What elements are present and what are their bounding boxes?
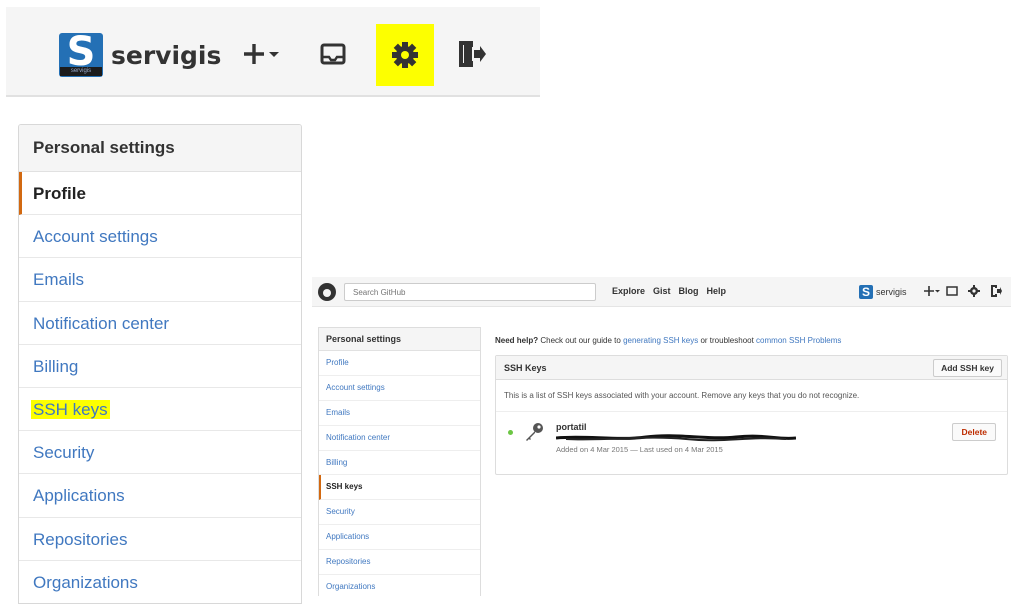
user-menu[interactable]: S servigis servigis — [59, 33, 221, 77]
avatar[interactable]: S servigis — [59, 33, 103, 77]
sidebar-item-account-settings[interactable]: Account settings — [319, 376, 480, 401]
sidebar-item-account-settings[interactable]: Account settings — [19, 215, 301, 259]
panel-description: This is a list of SSH keys associated wi… — [496, 380, 1007, 412]
sidebar-item-applications[interactable]: Applications — [319, 525, 480, 551]
sidebar-item-security[interactable]: Security — [19, 431, 301, 475]
search-input[interactable] — [344, 283, 596, 301]
panel-header: SSH Keys Add SSH key — [496, 356, 1007, 380]
zoomed-settings-sidebar: Personal settings Profile Account settin… — [18, 124, 302, 604]
github-ssh-keys-page: Explore Gist Blog Help S servigis Person… — [312, 277, 1011, 596]
sidebar-item-billing[interactable]: Billing — [319, 451, 480, 476]
top-navbar: Explore Gist Blog Help S servigis — [312, 277, 1011, 307]
github-logo-icon[interactable] — [318, 283, 336, 301]
sidebar-item-label: SSH keys — [31, 399, 110, 419]
key-icon — [524, 422, 544, 442]
key-added-info: Added on 4 Mar 2015 — Last used on 4 Mar… — [556, 445, 723, 454]
sign-out-icon[interactable] — [447, 25, 495, 83]
header-icons — [924, 284, 1002, 298]
sidebar-item-repositories[interactable]: Repositories — [319, 550, 480, 576]
help-text: Need help? Check out our guide to genera… — [495, 336, 841, 345]
key-name: portatil — [556, 422, 587, 432]
sign-out-icon[interactable] — [990, 284, 1002, 298]
help-lead: Need help? — [495, 336, 539, 345]
nav-explore[interactable]: Explore — [612, 286, 645, 296]
sidebar-heading: Personal settings — [19, 125, 301, 172]
sidebar-item-notification-center[interactable]: Notification center — [19, 302, 301, 345]
sidebar-item-emails[interactable]: Emails — [19, 258, 301, 302]
plus-dropdown-icon[interactable] — [238, 25, 286, 83]
nav-help[interactable]: Help — [707, 286, 727, 296]
settings-sidebar: Personal settings Profile Account settin… — [318, 327, 481, 596]
ssh-keys-panel: SSH Keys Add SSH key This is a list of S… — [495, 355, 1008, 475]
inbox-icon[interactable] — [946, 284, 958, 298]
sidebar-item-billing[interactable]: Billing — [19, 345, 301, 388]
sidebar-item-ssh-keys[interactable]: SSH keys — [19, 388, 301, 432]
delete-key-button[interactable]: Delete — [952, 423, 996, 441]
add-ssh-key-button[interactable]: Add SSH key — [933, 359, 1002, 377]
plus-dropdown-icon[interactable] — [924, 284, 940, 298]
help-text-part: Check out our guide to — [538, 336, 624, 345]
sidebar-item-applications[interactable]: Applications — [19, 474, 301, 518]
sidebar-item-organizations[interactable]: Organizations — [19, 561, 301, 603]
sidebar-item-emails[interactable]: Emails — [319, 401, 480, 426]
gear-icon[interactable] — [968, 284, 980, 298]
sidebar-item-profile[interactable]: Profile — [319, 351, 480, 376]
sidebar-item-repositories[interactable]: Repositories — [19, 518, 301, 561]
zoomed-header-bar: S servigis servigis — [6, 7, 540, 97]
inbox-icon[interactable] — [309, 25, 357, 83]
panel-title: SSH Keys — [504, 363, 547, 373]
avatar[interactable]: S — [859, 285, 873, 299]
redacted-fingerprint — [556, 434, 796, 442]
sidebar-item-security[interactable]: Security — [319, 500, 480, 526]
key-status-dot — [508, 430, 513, 435]
username-label[interactable]: servigis — [876, 287, 907, 297]
username-label[interactable]: servigis — [111, 41, 221, 70]
sidebar-item-notification-center[interactable]: Notification center — [319, 426, 480, 451]
user-menu[interactable]: S servigis — [859, 285, 907, 299]
sidebar-item-profile[interactable]: Profile — [19, 172, 301, 216]
sidebar-item-organizations[interactable]: Organizations — [319, 575, 480, 596]
sidebar-heading: Personal settings — [319, 328, 480, 351]
common-ssh-problems-link[interactable]: common SSH Problems — [756, 336, 841, 345]
avatar-caption: servigis — [60, 67, 102, 76]
nav-gist[interactable]: Gist — [653, 286, 671, 296]
generating-ssh-keys-link[interactable]: generating SSH keys — [623, 336, 698, 345]
help-text-part: or troubleshoot — [698, 336, 757, 345]
gear-icon[interactable] — [376, 24, 434, 86]
sidebar-item-ssh-keys[interactable]: SSH keys — [319, 475, 480, 501]
nav-blog[interactable]: Blog — [679, 286, 699, 296]
ssh-key-row: portatil Added on 4 Mar 2015 — Last used… — [496, 412, 1007, 456]
main-nav: Explore Gist Blog Help — [612, 286, 726, 296]
